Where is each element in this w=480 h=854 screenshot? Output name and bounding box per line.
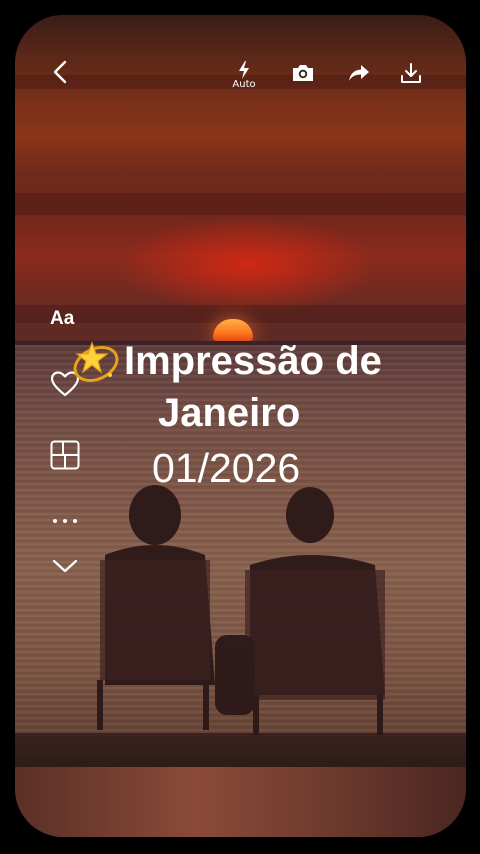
chevron-down-icon [52,559,78,573]
flash-icon [239,60,249,79]
caption-title-line-1: Impressão de [124,339,382,383]
chevron-left-icon [53,60,67,84]
caption-title-line-2: Janeiro [158,391,301,435]
caption-date: 01/2026 [152,445,301,491]
camera-icon [293,65,313,81]
cloud-band [15,193,466,215]
story-caption[interactable]: Impressão de Janeiro 01/2026 [68,335,428,493]
text-tool-button[interactable]: Aa [50,308,74,330]
back-button[interactable] [45,57,75,87]
collapse-button[interactable] [52,558,78,578]
flash-mode-label: Auto [232,78,256,90]
couple-silhouette [97,485,385,735]
camera-button[interactable] [289,59,317,87]
download-icon [401,63,421,83]
more-button[interactable] [52,510,78,529]
share-button[interactable] [345,60,373,86]
flash-button[interactable]: Auto [227,57,261,93]
blurred-foreground [15,767,466,837]
more-dots-icon [53,519,77,523]
share-icon [349,65,369,81]
top-toolbar: Auto [15,15,466,95]
download-button[interactable] [397,59,425,87]
